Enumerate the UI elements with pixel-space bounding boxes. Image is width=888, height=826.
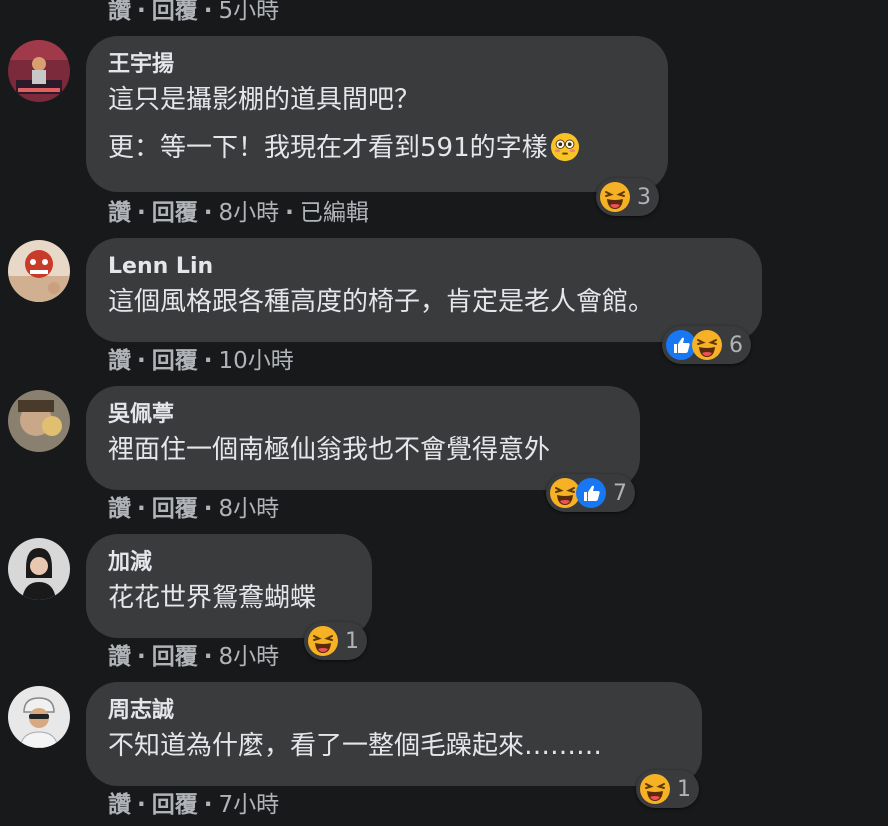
separator-dot: · [203, 0, 213, 24]
comment-bubble: Lenn Lin 這個風格跟各種高度的椅子，肯定是老人會館。 [86, 238, 762, 342]
comment-text: 裡面住一個南極仙翁我也不會覺得意外 [108, 435, 551, 465]
like-link[interactable]: 讚 [108, 346, 131, 376]
reaction-count: 7 [613, 480, 627, 506]
separator-dot: · [285, 200, 294, 226]
separator-dot: · [203, 496, 213, 522]
avatar[interactable] [8, 390, 70, 452]
separator-dot: · [137, 200, 146, 226]
like-link[interactable]: 讚 [108, 494, 131, 524]
timestamp[interactable]: 5小時 [219, 0, 280, 26]
separator-dot: · [203, 792, 213, 818]
reply-link[interactable]: 回覆 [152, 0, 198, 26]
like-reaction-icon [575, 477, 607, 509]
reaction-count: 3 [637, 184, 651, 210]
comment-actions: 讚 · 回覆 · 7小時 [108, 790, 279, 820]
reply-link[interactable]: 回覆 [152, 198, 198, 228]
comment-bubble: 王宇揚 這只是攝影棚的道具間吧？ 更：等一下！我現在才看到591的字樣 [86, 36, 668, 192]
like-link[interactable]: 讚 [108, 0, 131, 26]
reaction-summary[interactable]: 3 [596, 178, 659, 216]
haha-reaction-icon [639, 773, 671, 805]
timestamp[interactable]: 7小時 [219, 790, 280, 820]
comment-actions: 讚 · 回覆 · 8小時 [108, 494, 279, 524]
comment-bubble: 周志誠 不知道為什麼，看了一整個毛躁起來……… [86, 682, 702, 786]
comment-actions-top: 讚 · 回覆 · 5小時 [108, 0, 279, 26]
avatar[interactable] [8, 40, 70, 102]
reaction-count: 1 [345, 628, 359, 654]
reply-link[interactable]: 回覆 [152, 494, 198, 524]
timestamp[interactable]: 10小時 [219, 346, 294, 376]
like-link[interactable]: 讚 [108, 790, 131, 820]
comment-actions: 讚 · 回覆 · 8小時 [108, 642, 279, 672]
reaction-summary[interactable]: 7 [546, 474, 635, 512]
comment-text: 這只是攝影棚的道具間吧？ [108, 85, 421, 115]
haha-reaction-icon [599, 181, 631, 213]
comment-text: 花花世界鴛鴦蝴蝶 [108, 583, 317, 613]
comment-text: 這個風格跟各種高度的椅子，肯定是老人會館。 [108, 287, 655, 317]
separator-dot: · [203, 644, 213, 670]
separator-dot: · [137, 644, 146, 670]
commenter-name[interactable]: Lenn Lin [108, 252, 738, 282]
separator-dot: · [137, 0, 146, 24]
reaction-count: 1 [677, 776, 691, 802]
haha-reaction-icon [691, 329, 723, 361]
separator-dot: · [203, 200, 213, 226]
reaction-summary[interactable]: 6 [662, 326, 751, 364]
avatar[interactable] [8, 686, 70, 748]
commenter-name[interactable]: 吳佩葶 [108, 400, 616, 430]
comment-actions: 讚 · 回覆 · 10小時 [108, 346, 294, 376]
reaction-summary[interactable]: 1 [304, 622, 367, 660]
reply-link[interactable]: 回覆 [152, 642, 198, 672]
flushed-face-emoji-icon [550, 132, 580, 162]
timestamp[interactable]: 8小時 [219, 642, 280, 672]
avatar[interactable] [8, 240, 70, 302]
commenter-name[interactable]: 王宇揚 [108, 50, 644, 80]
reaction-count: 6 [729, 332, 743, 358]
separator-dot: · [137, 792, 146, 818]
separator-dot: · [137, 496, 146, 522]
like-link[interactable]: 讚 [108, 198, 131, 228]
timestamp[interactable]: 8小時 [219, 198, 280, 228]
like-link[interactable]: 讚 [108, 642, 131, 672]
separator-dot: · [137, 348, 146, 374]
avatar[interactable] [8, 538, 70, 600]
reaction-summary[interactable]: 1 [636, 770, 699, 808]
separator-dot: · [203, 348, 213, 374]
reply-link[interactable]: 回覆 [152, 790, 198, 820]
comment-feed: 讚 · 回覆 · 5小時 王宇揚 這只是攝影棚的道具間吧？ 更：等一下！我現在才… [0, 0, 888, 826]
edited-label[interactable]: 已編輯 [300, 198, 369, 228]
comment-actions: 讚 · 回覆 · 8小時 · 已編輯 [108, 198, 369, 228]
reply-link[interactable]: 回覆 [152, 346, 198, 376]
commenter-name[interactable]: 加減 [108, 548, 348, 578]
commenter-name[interactable]: 周志誠 [108, 696, 678, 726]
timestamp[interactable]: 8小時 [219, 494, 280, 524]
comment-text-line: 更：等一下！我現在才看到591的字樣 [108, 133, 548, 163]
comment-text: 更：等一下！我現在才看到591的字樣 [108, 128, 644, 168]
haha-reaction-icon [307, 625, 339, 657]
comment-text: 不知道為什麼，看了一整個毛躁起來……… [108, 731, 603, 761]
